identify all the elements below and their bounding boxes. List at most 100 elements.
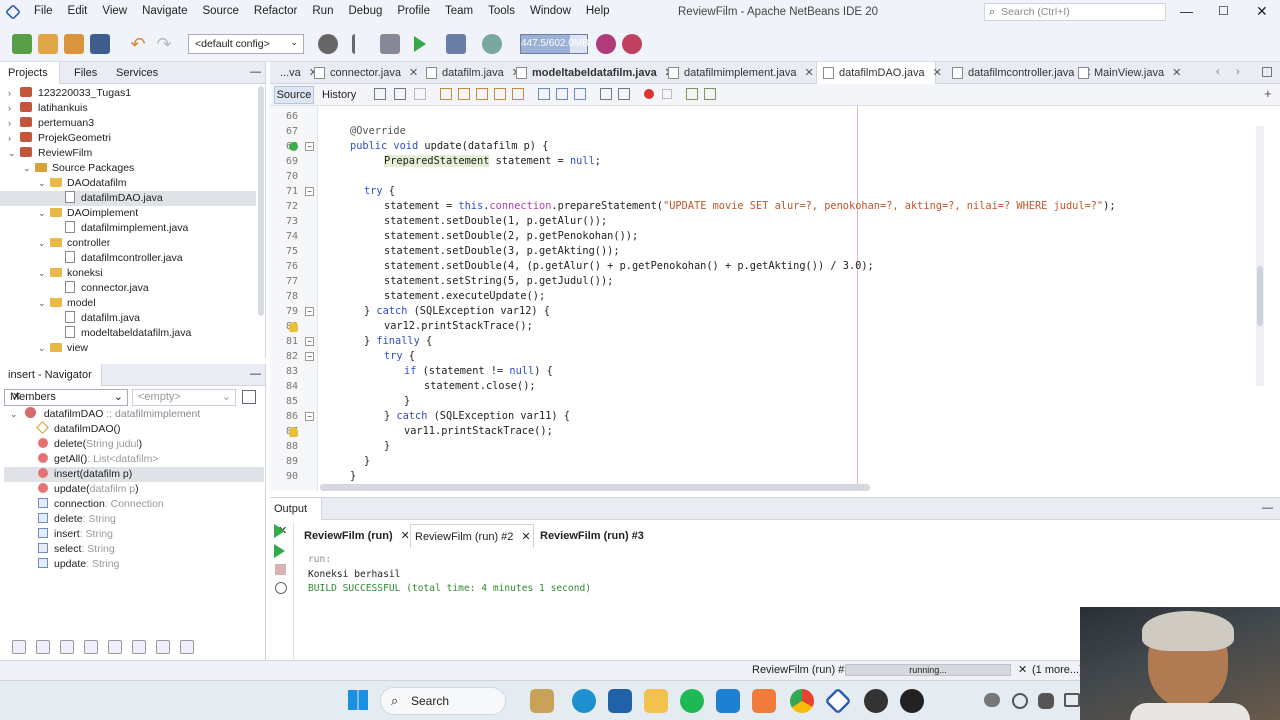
scroll-thumb[interactable] bbox=[1257, 266, 1263, 326]
members-filter-select[interactable]: <empty> ⌄ bbox=[132, 389, 236, 406]
last-edit-icon[interactable] bbox=[374, 88, 386, 100]
toggle-highlight-icon[interactable] bbox=[512, 88, 524, 100]
filter-icon[interactable] bbox=[132, 640, 146, 654]
close-window-button[interactable]: ✕ bbox=[1256, 3, 1268, 20]
edge-icon[interactable] bbox=[572, 689, 596, 713]
code-line[interactable]: try { bbox=[364, 184, 395, 199]
tree-item[interactable]: datafilmcontroller.java bbox=[53, 251, 183, 266]
editor-tab[interactable]: MainView.java ✕ bbox=[1072, 62, 1181, 84]
code-line[interactable]: statement.setDouble(4, (p.getAlur() + p.… bbox=[384, 259, 874, 274]
code-line[interactable]: } bbox=[364, 454, 370, 469]
code-line[interactable]: @Override bbox=[350, 124, 406, 139]
find-icon[interactable] bbox=[440, 88, 452, 100]
editor-tab[interactable]: connector.java ✕ bbox=[308, 62, 418, 84]
collapse-icon[interactable]: ⌄ bbox=[23, 161, 32, 176]
filter-icon[interactable] bbox=[12, 640, 26, 654]
expand-icon[interactable]: › bbox=[8, 86, 17, 101]
find-next-icon[interactable] bbox=[476, 88, 488, 100]
collapse-icon[interactable]: ⌄ bbox=[8, 146, 17, 161]
run-icon[interactable] bbox=[414, 35, 426, 52]
debug-icon[interactable] bbox=[446, 33, 466, 54]
menu-item[interactable]: Window bbox=[530, 5, 571, 17]
navigator-member[interactable]: select: String bbox=[38, 542, 115, 557]
code-line[interactable]: try { bbox=[384, 349, 415, 364]
expand-icon[interactable]: › bbox=[8, 116, 17, 131]
tree-scrollbar[interactable] bbox=[258, 86, 264, 316]
collapse-icon[interactable]: ⌄ bbox=[38, 296, 47, 311]
code-line[interactable]: } bbox=[404, 394, 410, 409]
tree-item[interactable]: ⌄ model bbox=[38, 296, 96, 311]
navigator-member[interactable]: update: String bbox=[38, 557, 119, 572]
start-icon[interactable] bbox=[348, 690, 368, 710]
members-select[interactable]: Members ⌄ bbox=[4, 389, 128, 406]
navigator-options-icon[interactable] bbox=[242, 390, 256, 404]
close-icon[interactable]: ✕ bbox=[521, 531, 530, 543]
fold-icon[interactable]: − bbox=[305, 352, 314, 361]
menu-item[interactable]: Navigate bbox=[142, 5, 187, 17]
widgets-icon[interactable] bbox=[530, 689, 554, 713]
spotify-icon[interactable] bbox=[680, 689, 704, 713]
output-tab[interactable]: ReviewFilm (run) #2 ✕ bbox=[410, 524, 534, 548]
menu-item[interactable]: Profile bbox=[397, 5, 430, 17]
close-icon[interactable]: ✕ bbox=[1172, 67, 1181, 79]
onedrive-icon[interactable] bbox=[984, 693, 1000, 707]
expand-icon[interactable]: › bbox=[8, 101, 17, 116]
menu-item[interactable]: Tools bbox=[488, 5, 515, 17]
output-tab[interactable]: ReviewFilm (run) ✕ bbox=[300, 524, 410, 548]
code-line[interactable]: PreparedStatement statement = null; bbox=[384, 154, 601, 169]
tree-item[interactable]: datafilmDAO.java bbox=[0, 191, 256, 206]
tab-files[interactable]: Files bbox=[74, 62, 97, 84]
memory-indicator[interactable]: 447.5/602.0MB bbox=[520, 33, 589, 54]
filter-icon[interactable] bbox=[180, 640, 194, 654]
tree-item[interactable]: › 123220033_Tugas1 bbox=[8, 86, 131, 101]
code-line[interactable]: statement.setDouble(3, p.getAkting()); bbox=[384, 244, 620, 259]
menu-item[interactable]: Team bbox=[445, 5, 473, 17]
taskbar-search[interactable]: ⌕ Search bbox=[380, 687, 506, 715]
vertical-scrollbar[interactable] bbox=[1256, 126, 1264, 386]
media-player-icon[interactable] bbox=[900, 689, 924, 713]
tree-item[interactable]: ⌄ DAOdatafilm bbox=[38, 176, 127, 191]
collapse-icon[interactable]: ⌄ bbox=[38, 206, 47, 221]
editor-tab[interactable]: datafilm.java✕ bbox=[420, 62, 521, 84]
editor-tab[interactable]: modeltabeldatafilm.java✕ bbox=[510, 62, 674, 84]
expand-icon[interactable]: ⌄ bbox=[10, 407, 19, 422]
xampp-icon[interactable] bbox=[752, 689, 776, 713]
editor-tab[interactable]: datafilmDAO.java ✕ bbox=[816, 62, 942, 85]
build-icon[interactable] bbox=[352, 33, 372, 54]
expand-icon[interactable]: › bbox=[8, 131, 17, 146]
collapse-icon[interactable]: ⌄ bbox=[38, 266, 47, 281]
uncomment-icon[interactable] bbox=[704, 88, 716, 100]
record-macro-icon[interactable] bbox=[644, 89, 654, 99]
output-console[interactable]: run: Koneksi berhasil BUILD SUCCESSFUL (to… bbox=[308, 554, 591, 598]
sync-icon[interactable] bbox=[1012, 693, 1028, 709]
tab-output[interactable]: Output ✕ bbox=[270, 498, 322, 537]
tree-item[interactable]: ⌄ controller bbox=[38, 236, 110, 251]
tab-services[interactable]: Services bbox=[116, 62, 158, 84]
code-line[interactable]: if (statement != null) { bbox=[404, 364, 553, 379]
code-line[interactable]: statement.setDouble(1, p.getAlur()); bbox=[384, 214, 607, 229]
navigator-member[interactable]: connection: Connection bbox=[38, 497, 164, 512]
tree-item[interactable]: ⌄ DAOimplement bbox=[38, 206, 138, 221]
tree-item[interactable]: ⌄ ReviewFilm bbox=[8, 146, 92, 161]
code-line[interactable]: public void update(datafilm p) { bbox=[350, 139, 548, 154]
shift-left-icon[interactable] bbox=[600, 88, 612, 100]
tree-item[interactable]: › latihankuis bbox=[8, 101, 88, 116]
navigator-member[interactable]: insert(datafilm p) bbox=[4, 467, 264, 482]
save-all-icon[interactable] bbox=[90, 33, 110, 54]
maximize-editor-icon[interactable] bbox=[1262, 67, 1272, 77]
hint-bulb-icon[interactable] bbox=[289, 427, 298, 437]
menu-item[interactable]: Debug bbox=[348, 5, 382, 17]
netbeans-icon[interactable] bbox=[824, 687, 852, 715]
forward-icon[interactable] bbox=[414, 88, 426, 100]
minimize-pane-icon[interactable]: — bbox=[250, 62, 261, 82]
fold-icon[interactable]: − bbox=[305, 187, 314, 196]
menu-item[interactable]: File bbox=[34, 5, 53, 17]
menu-item[interactable]: Edit bbox=[68, 5, 88, 17]
redo-icon[interactable]: ↷ bbox=[154, 34, 174, 54]
shift-right-icon[interactable] bbox=[618, 88, 630, 100]
tab-navigator[interactable]: insert - Navigator ✕ bbox=[0, 364, 102, 403]
filter-icon[interactable] bbox=[156, 640, 170, 654]
tree-item[interactable]: datafilmimplement.java bbox=[53, 221, 188, 236]
collapse-icon[interactable]: ⌄ bbox=[38, 341, 47, 356]
close-icon[interactable]: ✕ bbox=[805, 67, 814, 79]
